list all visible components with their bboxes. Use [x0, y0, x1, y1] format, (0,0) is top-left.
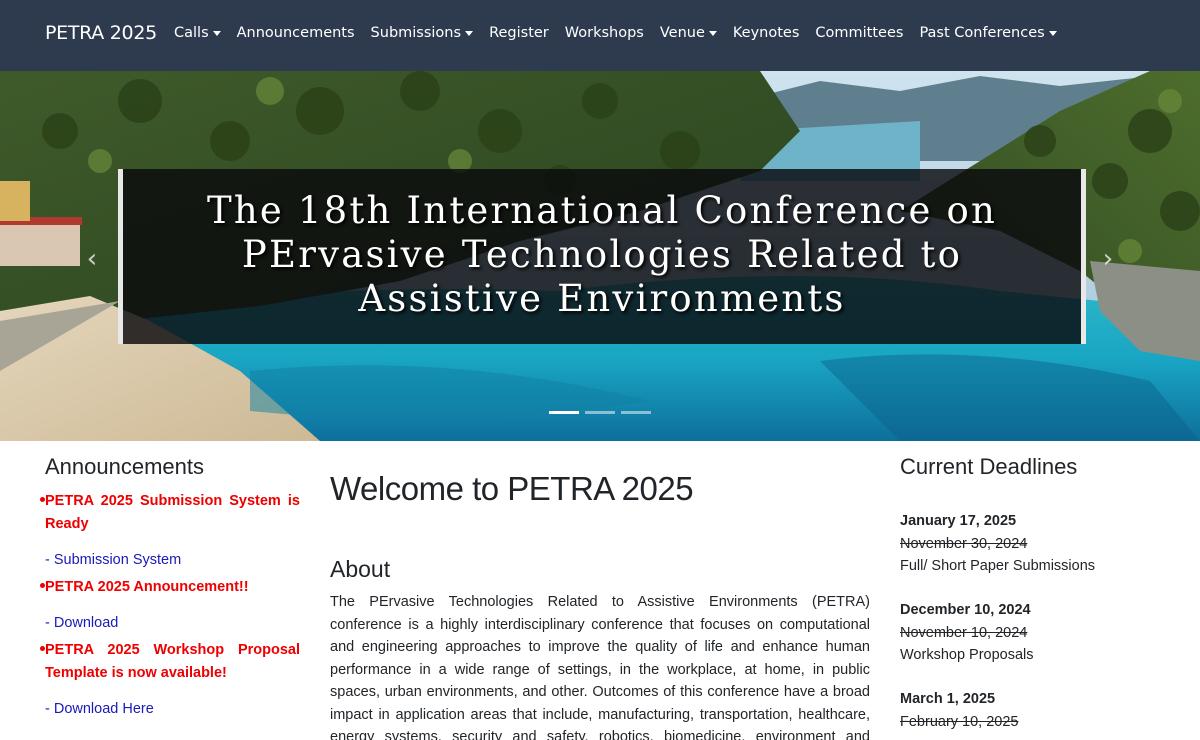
hero-title-line2: PErvasive Technologies Related to — [241, 233, 963, 276]
deadline-description: Full/ Short Paper Submissions — [900, 558, 1096, 574]
nav-item-label: Venue — [659, 25, 705, 41]
bullet-icon — [40, 646, 45, 651]
caret-down-icon — [708, 31, 717, 36]
nav-item-submissions[interactable]: Submissions — [371, 25, 474, 41]
hero-carousel: The 18th International Conference on PEr… — [0, 71, 1200, 441]
top-navbar: PETRA 2025 Calls Announcements Submissions… — [0, 0, 1200, 71]
chevron-left-icon[interactable]: ‹ — [80, 246, 104, 272]
about-heading: About — [330, 556, 391, 582]
deadline-date: March 1, 2025 — [900, 691, 996, 707]
caret-down-icon — [465, 31, 474, 36]
nav-item-past-conferences[interactable]: Past Conferences — [919, 25, 1057, 41]
announcement-title: PETRA 2025 Submission System is Ready — [45, 493, 300, 532]
caret-down-icon — [212, 31, 221, 36]
caret-down-icon — [1048, 31, 1057, 36]
chevron-right-icon[interactable]: › — [1096, 246, 1120, 272]
nav-item-label: Register — [489, 25, 549, 41]
announcements-heading: Announcements — [45, 454, 204, 479]
announcements-sidebar: Announcements PETRA 2025 Submission Syst… — [40, 454, 300, 725]
nav-item-label: Calls — [174, 25, 209, 41]
bullet-icon — [40, 497, 45, 502]
about-text: The PErvasive Technologies Related to As… — [330, 594, 870, 740]
nav-item-label: Committees — [815, 25, 904, 41]
deadline-date: January 17, 2025 — [900, 513, 1017, 529]
nav-item-committees[interactable]: Committees — [815, 25, 903, 41]
carousel-indicator[interactable] — [585, 411, 615, 414]
page-title: Welcome to PETRA 2025 — [330, 470, 694, 507]
nav-item-label: Announcements — [236, 25, 355, 41]
nav-item-label: Submissions — [370, 25, 462, 41]
brand-logo[interactable]: PETRA 2025 — [45, 22, 157, 44]
announcement-item: PETRA 2025 Workshop Proposal Template is… — [40, 639, 300, 717]
announcement-item: PETRA 2025 Announcement!! - Download — [40, 576, 300, 631]
announcement-link[interactable]: - Download Here — [45, 701, 300, 717]
deadline-old-date: February 10, 2025 — [900, 714, 1019, 730]
announcement-item: PETRA 2025 Submission System is Ready - S… — [40, 490, 300, 568]
deadlines-sidebar: Current Deadlines January 17, 2025 Novemb… — [900, 454, 1160, 740]
deadline-old-date: November 10, 2024 — [900, 625, 1028, 641]
deadlines-list: January 17, 2025 November 30, 2024 Full/ S… — [900, 510, 1160, 733]
nav-item-calls[interactable]: Calls — [174, 25, 221, 41]
announcement-link[interactable]: - Download — [45, 615, 300, 631]
nav-item-announcements[interactable]: Announcements — [237, 25, 355, 41]
deadline-item: March 1, 2025 February 10, 2025 — [900, 688, 1160, 733]
hero-title-line1: The 18th International Conference on — [206, 189, 998, 232]
hero-title: The 18th International Conference on PEr… — [123, 189, 1081, 321]
main-content: Welcome to PETRA 2025 About The PErvasiv… — [330, 470, 870, 740]
nav-item-label: Keynotes — [732, 25, 800, 41]
nav-links: Calls Announcements Submissions Register Wor… — [174, 25, 1073, 41]
carousel-indicator[interactable] — [549, 411, 579, 414]
announcements-list: PETRA 2025 Submission System is Ready - S… — [40, 490, 300, 717]
hero-title-banner: The 18th International Conference on PEr… — [118, 169, 1086, 344]
nav-item-label: Workshops — [564, 25, 644, 41]
carousel-indicator[interactable] — [621, 411, 651, 414]
announcement-title: PETRA 2025 Announcement!! — [45, 579, 249, 595]
deadlines-heading: Current Deadlines — [900, 454, 1078, 479]
deadline-old-date: November 30, 2024 — [900, 536, 1028, 552]
nav-item-keynotes[interactable]: Keynotes — [733, 25, 800, 41]
deadline-item: December 10, 2024 November 10, 2024 Worksh… — [900, 599, 1160, 666]
announcement-link[interactable]: - Submission System — [45, 552, 300, 568]
deadline-description: Workshop Proposals — [900, 647, 1034, 663]
bullet-icon — [40, 583, 45, 588]
nav-item-workshops[interactable]: Workshops — [565, 25, 644, 41]
deadline-item: January 17, 2025 November 30, 2024 Full/ S… — [900, 510, 1160, 577]
carousel-indicators — [549, 411, 651, 414]
nav-item-label: Past Conferences — [919, 25, 1045, 41]
hero-title-line3: Assistive Environments — [358, 277, 846, 320]
nav-item-register[interactable]: Register — [489, 25, 549, 41]
deadline-date: December 10, 2024 — [900, 602, 1031, 618]
nav-item-venue[interactable]: Venue — [660, 25, 717, 41]
announcement-title: PETRA 2025 Workshop Proposal Template is… — [45, 642, 300, 681]
